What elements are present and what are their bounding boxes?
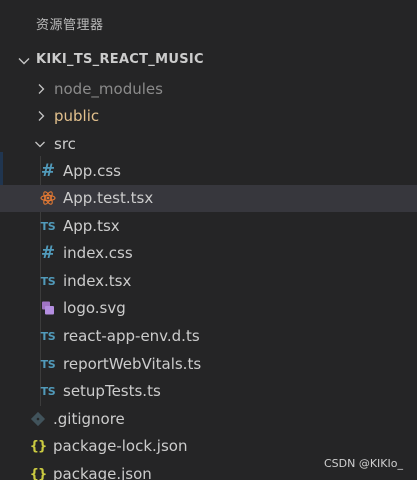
chevron-right-icon <box>38 111 45 121</box>
json-icon: {} <box>29 438 48 454</box>
hash-icon: # <box>40 243 56 263</box>
tree-item-label: setupTests.ts <box>63 382 161 400</box>
tree-item-app-test-tsx[interactable]: App.test.tsx <box>0 185 417 212</box>
typescript-icon: TS <box>40 219 56 233</box>
tree-item-label: reportWebVitals.ts <box>63 355 202 373</box>
tree-item-src[interactable]: src <box>0 131 417 158</box>
tree-item-label: index.tsx <box>63 272 132 290</box>
chevron-down-icon <box>18 58 30 65</box>
typescript-icon: TS <box>40 357 56 371</box>
tree-item-react-app-env[interactable]: TS react-app-env.d.ts <box>0 323 417 350</box>
tree-item-label: logo.svg <box>63 299 126 317</box>
typescript-icon: TS <box>40 384 56 398</box>
tree-item-public[interactable]: public <box>0 103 417 130</box>
tree-item-label: public <box>54 107 100 125</box>
chevron-right-icon <box>38 84 45 94</box>
project-section-header[interactable]: KIKI_TS_REACT_MUSIC <box>0 48 417 74</box>
tree-item-label: src <box>54 135 76 153</box>
watermark: CSDN @KIKIo_ <box>323 457 403 470</box>
tree-item-index-css[interactable]: # index.css <box>0 240 417 267</box>
tree-item-report-web-vitals[interactable]: TS reportWebVitals.ts <box>0 351 417 378</box>
explorer-title: 资源管理器 <box>36 18 104 33</box>
tree-item-node-modules[interactable]: node_modules <box>0 76 417 103</box>
explorer-panel: 资源管理器 KIKI_TS_REACT_MUSIC node_modules p… <box>0 0 417 480</box>
tree-item-label: App.tsx <box>63 217 120 235</box>
typescript-icon: TS <box>40 274 56 288</box>
tree-item-index-tsx[interactable]: TS index.tsx <box>0 268 417 295</box>
tree-item-setup-tests[interactable]: TS setupTests.ts <box>0 378 417 405</box>
chevron-down-icon <box>35 141 45 148</box>
react-icon <box>40 191 56 205</box>
tree-item-label: App.test.tsx <box>63 189 154 207</box>
svg-file-icon <box>42 301 54 315</box>
tree-item-label: index.css <box>63 244 133 262</box>
tree-item-label: react-app-env.d.ts <box>63 327 200 345</box>
tree-item-app-css[interactable]: # App.css <box>0 158 417 185</box>
typescript-icon: TS <box>40 329 56 343</box>
tree-item-gitignore[interactable]: .gitignore <box>0 406 417 433</box>
tree-item-label: .gitignore <box>53 410 125 428</box>
json-icon: {} <box>29 466 48 480</box>
tree-item-logo-svg[interactable]: logo.svg <box>0 295 417 322</box>
tree-item-label: package.json <box>53 465 152 480</box>
project-name: KIKI_TS_REACT_MUSIC <box>36 52 204 67</box>
tree-item-label: node_modules <box>54 80 163 98</box>
git-icon <box>30 411 46 427</box>
hash-icon: # <box>40 161 56 181</box>
tree-item-app-tsx[interactable]: TS App.tsx <box>0 213 417 240</box>
tree-item-label: package-lock.json <box>53 437 188 455</box>
tree-item-label: App.css <box>63 162 121 180</box>
tree-item-package-lock[interactable]: {} package-lock.json <box>0 433 417 460</box>
